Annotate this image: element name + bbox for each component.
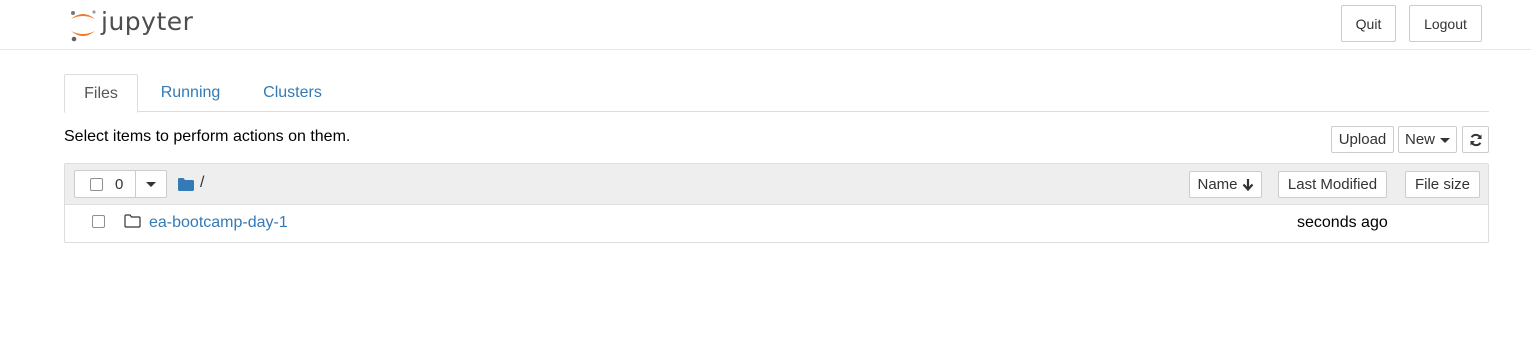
select-all-toggle[interactable]: 0 xyxy=(75,171,136,197)
folder-icon[interactable] xyxy=(178,177,194,191)
folder-outline-icon xyxy=(124,214,141,228)
chevron-down-icon xyxy=(1440,138,1450,143)
tab-files[interactable]: Files xyxy=(64,74,138,113)
tab-clusters[interactable]: Clusters xyxy=(253,74,332,112)
item-last-modified: seconds ago xyxy=(1297,214,1388,231)
sort-by-file-size-button[interactable]: File size xyxy=(1405,171,1480,198)
quit-button[interactable]: Quit xyxy=(1341,5,1396,42)
logo-wordmark: jupyter xyxy=(101,6,194,36)
refresh-button[interactable] xyxy=(1462,126,1489,153)
jupyter-logo[interactable]: jupyter xyxy=(68,6,193,44)
select-all-group: 0 xyxy=(74,170,167,198)
new-dropdown-button[interactable]: New xyxy=(1398,126,1457,153)
select-all-checkbox[interactable] xyxy=(90,177,103,191)
item-name-link[interactable]: ea-bootcamp-day-1 xyxy=(149,214,288,232)
item-checkbox[interactable] xyxy=(92,215,105,228)
sort-by-last-modified-button[interactable]: Last Modified xyxy=(1278,171,1387,198)
sort-by-name-button[interactable]: Name xyxy=(1189,171,1262,198)
arrow-down-icon xyxy=(1242,179,1253,191)
new-button-label: New xyxy=(1404,131,1435,148)
file-list: 0 / Name Last Modified File size ea-boot… xyxy=(64,163,1489,243)
file-list-header: 0 / Name Last Modified File size xyxy=(65,164,1488,205)
list-item: ea-bootcamp-day-1 seconds ago xyxy=(65,205,1488,242)
breadcrumb: / xyxy=(178,174,204,193)
logout-button[interactable]: Logout xyxy=(1409,5,1482,42)
jupyter-logo-icon xyxy=(71,10,96,42)
header-bar: jupyter Quit Logout xyxy=(0,0,1531,50)
selection-hint: Select items to perform actions on them. xyxy=(64,128,351,145)
refresh-icon xyxy=(1470,133,1481,146)
breadcrumb-root[interactable]: / xyxy=(200,174,204,192)
selected-count: 0 xyxy=(115,175,124,193)
select-dropdown-button[interactable] xyxy=(136,171,166,197)
tab-running[interactable]: Running xyxy=(149,74,232,112)
name-column-label: Name xyxy=(1197,176,1238,193)
upload-button[interactable]: Upload xyxy=(1331,126,1394,153)
chevron-down-icon xyxy=(146,181,156,187)
tab-bar: Files Running Clusters xyxy=(64,74,1489,113)
